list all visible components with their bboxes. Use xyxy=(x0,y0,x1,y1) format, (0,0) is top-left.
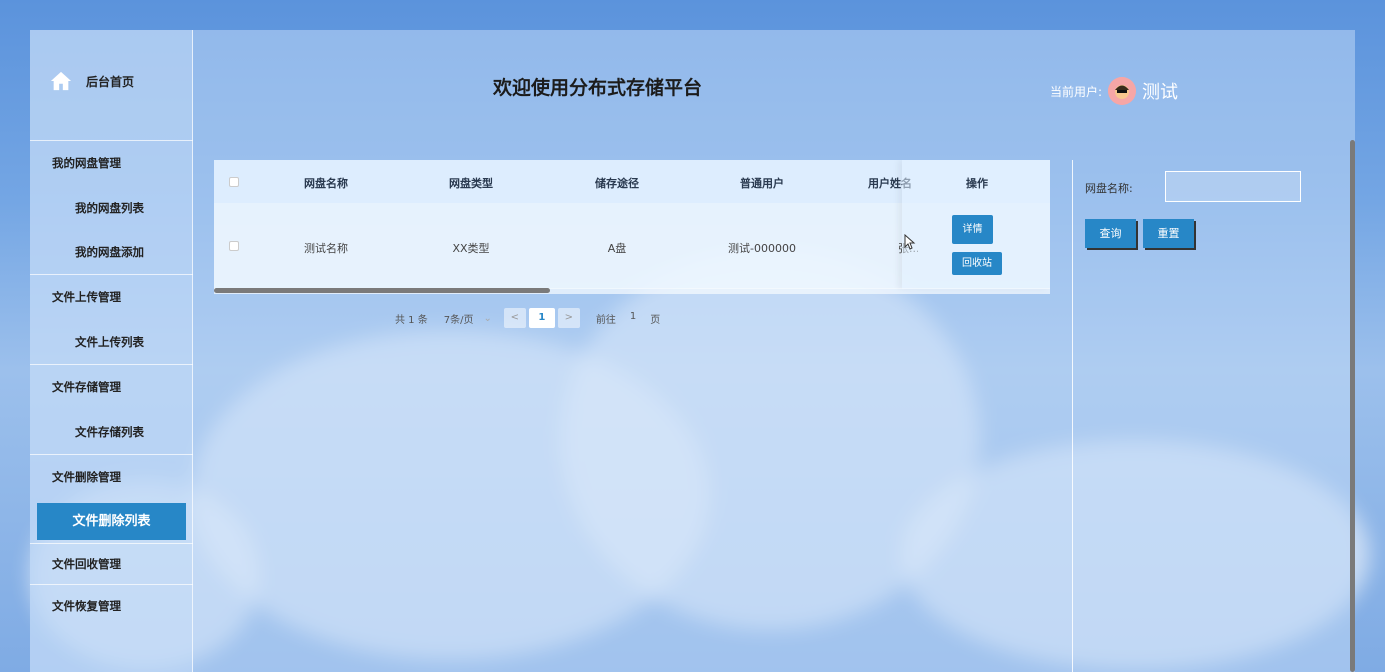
current-user: 当前用户: 测试 xyxy=(1050,77,1178,105)
column-header-user[interactable]: 普通用户 xyxy=(722,175,802,191)
pagination: 共 1 条 7条/页 ⌄ < 1 > 前往 1 页 xyxy=(395,308,660,328)
page-size-select[interactable]: 7条/页 ⌄ xyxy=(444,311,492,326)
menu-group-storage[interactable]: 文件存储管理 xyxy=(30,365,193,410)
column-header-type[interactable]: 网盘类型 xyxy=(431,175,511,191)
goto-label: 前往 xyxy=(595,314,616,326)
column-header-path[interactable]: 储存途径 xyxy=(577,175,657,191)
cell-path: A盘 xyxy=(607,242,627,255)
current-user-name: 测试 xyxy=(1142,82,1179,103)
home-label: 后台首页 xyxy=(86,74,135,89)
current-user-label: 当前用户: xyxy=(1050,84,1103,99)
pagination-total: 共 1 条 xyxy=(395,314,428,326)
vertical-scrollbar[interactable] xyxy=(1350,140,1355,672)
menu-group-restore[interactable]: 文件恢复管理 xyxy=(30,585,193,627)
search-input[interactable] xyxy=(1165,171,1301,202)
sidebar: 后台首页 我的网盘管理 我的网盘列表 我的网盘添加 文件上传管理 文件上传列表 … xyxy=(30,30,193,672)
menu-group-upload[interactable]: 文件上传管理 xyxy=(30,275,193,320)
menu-item-netdisk-add[interactable]: 我的网盘添加 xyxy=(30,230,193,274)
avatar-icon xyxy=(1108,77,1137,105)
menu-group-delete[interactable]: 文件删除管理 xyxy=(30,455,193,500)
cell-user: 测试-000000 xyxy=(728,242,796,255)
next-page-button[interactable]: > xyxy=(557,308,580,328)
search-label: 网盘名称: xyxy=(1085,182,1133,195)
avatar[interactable] xyxy=(1108,77,1137,105)
menu-item-upload-list[interactable]: 文件上传列表 xyxy=(30,320,193,364)
menu-item-netdisk-list[interactable]: 我的网盘列表 xyxy=(30,186,193,230)
page-title: 欢迎使用分布式存储平台 xyxy=(493,77,703,99)
page-size-value: 7条/页 xyxy=(443,314,474,326)
home-link[interactable]: 后台首页 xyxy=(50,70,134,92)
menu-group-netdisk[interactable]: 我的网盘管理 xyxy=(30,141,193,186)
recycle-button[interactable]: 回收站 xyxy=(952,252,1002,275)
menu-item-storage-list[interactable]: 文件存储列表 xyxy=(30,410,193,454)
goto-unit: 页 xyxy=(650,314,661,326)
detail-button[interactable]: 详情 xyxy=(952,215,993,244)
cell-name: 测试名称 xyxy=(304,242,348,255)
cell-type: XX类型 xyxy=(452,242,490,255)
app-frame xyxy=(30,30,1355,672)
netdisk-table: 网盘名称 网盘类型 储存途径 普通用户 用户姓名 测试名称 XX类型 A盘 测试… xyxy=(214,160,1050,294)
row-checkbox[interactable] xyxy=(229,241,239,251)
column-header-name[interactable]: 网盘名称 xyxy=(286,175,366,191)
select-all-checkbox[interactable] xyxy=(229,177,239,187)
query-button[interactable]: 查询 xyxy=(1085,219,1136,248)
goto-page-input[interactable]: 1 xyxy=(630,311,636,326)
goto-page: 前往 1 页 xyxy=(596,311,660,326)
cursor-icon xyxy=(904,234,916,250)
home-icon xyxy=(50,71,72,91)
sidebar-menu: 我的网盘管理 我的网盘列表 我的网盘添加 文件上传管理 文件上传列表 文件存储管… xyxy=(30,140,193,627)
panel-divider xyxy=(1072,160,1073,672)
menu-group-recycle[interactable]: 文件回收管理 xyxy=(30,544,193,584)
horizontal-scrollbar[interactable] xyxy=(214,288,550,293)
reset-button[interactable]: 重置 xyxy=(1143,219,1194,248)
prev-page-button[interactable]: < xyxy=(503,308,526,328)
menu-item-delete-list[interactable]: 文件删除列表 xyxy=(37,503,186,540)
column-header-actions: 操作 xyxy=(966,177,988,190)
chevron-down-icon: ⌄ xyxy=(483,312,492,324)
page-number-current[interactable]: 1 xyxy=(528,308,555,328)
